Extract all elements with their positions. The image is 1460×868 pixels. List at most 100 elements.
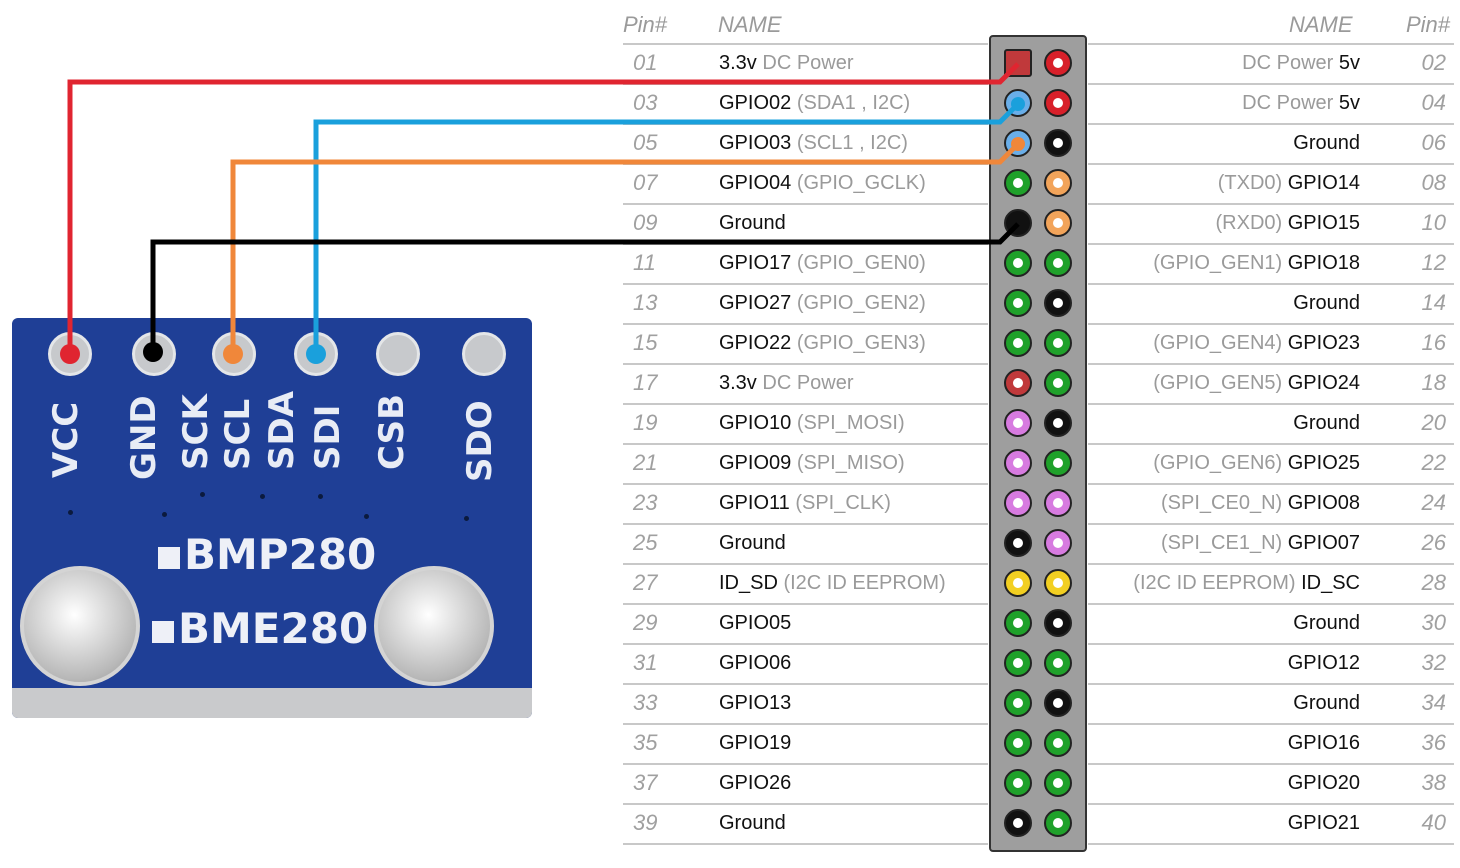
pin-name-function: (GPIO_GEN3)	[791, 332, 926, 354]
left-pin-row: 15 GPIO22 (GPIO_GEN3)	[623, 323, 988, 363]
pin-name-main: Ground	[1293, 292, 1360, 314]
pin-name-function: DC Power	[756, 52, 854, 74]
pin-name-main: 5v	[1338, 92, 1360, 114]
row-divider	[1088, 723, 1454, 725]
left-pin-row: 13 GPIO27 (GPIO_GEN2)	[623, 283, 988, 323]
row-divider	[1088, 43, 1454, 45]
header-pin-1-power33	[1004, 49, 1032, 77]
pin-number: 14	[1421, 290, 1446, 315]
left-pin-row: 03 GPIO02 (SDA1 , I2C)	[623, 83, 988, 123]
row-divider	[1088, 763, 1454, 765]
left-pin-row: 39 Ground	[623, 803, 988, 843]
pin-number: 01	[633, 50, 658, 75]
row-divider	[1088, 683, 1454, 685]
pin-name-function: (GPIO_GEN1)	[1153, 252, 1288, 274]
row-divider	[623, 603, 988, 605]
pin-number: 35	[633, 730, 658, 755]
silk-gnd: GND	[124, 395, 164, 480]
chip-label-bme280: BME280	[152, 604, 368, 653]
header-pin-10-uart	[1044, 209, 1072, 237]
row-divider	[1088, 603, 1454, 605]
header-pin-3-i2c	[1004, 89, 1032, 117]
pin-number: 02	[1421, 50, 1446, 75]
pin-name-function: (SPI_CLK)	[789, 492, 891, 514]
pin-number: 11	[633, 250, 656, 275]
mounting-hole-right	[374, 566, 494, 686]
header-pin-20-ground	[1044, 409, 1072, 437]
header-pin-5-i2c	[1004, 129, 1032, 157]
header-pin-21-spi	[1004, 449, 1032, 477]
pin-number: 33	[633, 690, 658, 715]
pin-name: GPIO21	[1288, 803, 1360, 843]
pin-name-main: Ground	[1293, 692, 1360, 714]
pin-name-main: GPIO20	[1287, 772, 1360, 794]
row-divider	[623, 683, 988, 685]
pin-name-main: Ground	[719, 812, 786, 834]
right-pin-row: (TXD0) GPIO14 08	[1088, 163, 1454, 203]
left-pin-row: 31 GPIO06	[623, 643, 988, 683]
header-pin-19-spi	[1004, 409, 1032, 437]
pin-name: (TXD0) GPIO14	[1218, 163, 1360, 203]
pin-number: 34	[1421, 690, 1446, 715]
pin-name: GPIO12	[1288, 643, 1360, 683]
row-divider	[1088, 523, 1454, 525]
pin-number: 25	[633, 530, 658, 555]
row-divider	[623, 763, 988, 765]
header-pin-16-gpio	[1044, 329, 1072, 357]
chip-label-text: BME280	[178, 604, 369, 653]
pin-name-main: GPIO19	[719, 732, 792, 754]
header-pin-12-gpio	[1044, 249, 1072, 277]
pin-name: 3.3v DC Power	[719, 363, 854, 403]
board-edge	[12, 688, 532, 718]
pin-number: 28	[1421, 570, 1446, 595]
right-pin-row: (GPIO_GEN6) GPIO25 22	[1088, 443, 1454, 483]
pad-sda	[294, 332, 338, 376]
pin-name: GPIO11 (SPI_CLK)	[719, 483, 891, 523]
pin-name: Ground	[719, 203, 786, 243]
pin-number: 29	[633, 610, 658, 635]
pin-number: 20	[1421, 410, 1446, 435]
right-pin-row: GPIO21 40	[1088, 803, 1454, 843]
header-pin-23-spi	[1004, 489, 1032, 517]
pin-name-function: (SPI_CE0_N)	[1161, 492, 1288, 514]
header-pin-6-ground	[1044, 129, 1072, 157]
pin-number: 30	[1421, 610, 1446, 635]
pin-name-function: (TXD0)	[1217, 172, 1288, 194]
pin-name: GPIO19	[719, 723, 791, 763]
row-divider	[623, 443, 988, 445]
pin-name-function: (GPIO_GEN0)	[791, 252, 926, 274]
pin-name-main: GPIO06	[719, 652, 792, 674]
pin-number: 13	[633, 290, 658, 315]
pin-number: 12	[1421, 250, 1446, 275]
pin-name-function: (GPIO_GEN4)	[1153, 332, 1288, 354]
row-divider	[623, 123, 988, 125]
pin-name: Ground	[1293, 123, 1360, 163]
pad-scl	[212, 332, 256, 376]
header-pin-22-gpio	[1044, 449, 1072, 477]
row-divider	[623, 163, 988, 165]
left-pin-row: 35 GPIO19	[623, 723, 988, 763]
silk-scl: SCL	[218, 398, 258, 470]
pin-number: 37	[633, 770, 658, 795]
pin-name-main: GPIO25	[1287, 452, 1360, 474]
right-pin-row: GPIO20 38	[1088, 763, 1454, 803]
pin-name: 3.3v DC Power	[719, 43, 854, 83]
pin-name-main: GPIO09	[719, 452, 792, 474]
pin-name-main: 3.3v	[719, 372, 757, 394]
left-name-header: NAME	[718, 12, 782, 37]
pin-name: GPIO10 (SPI_MOSI)	[719, 403, 905, 443]
pin-name-function: (SPI_CE1_N)	[1161, 532, 1288, 554]
pin-name: (RXD0) GPIO15	[1216, 203, 1361, 243]
row-divider	[623, 403, 988, 405]
pin-name: ID_SD (I2C ID EEPROM)	[719, 563, 946, 603]
pin-number: 18	[1421, 370, 1446, 395]
pin-number: 05	[633, 130, 658, 155]
pin-name-function: DC Power	[1242, 92, 1339, 114]
row-divider	[623, 563, 988, 565]
header-pin-31-gpio	[1004, 649, 1032, 677]
pin-name-main: GPIO07	[1287, 532, 1360, 554]
pin-number: 09	[633, 210, 658, 235]
left-pin-row: 19 GPIO10 (SPI_MOSI)	[623, 403, 988, 443]
pin-name: Ground	[1293, 683, 1360, 723]
pin-number: 24	[1421, 490, 1446, 515]
